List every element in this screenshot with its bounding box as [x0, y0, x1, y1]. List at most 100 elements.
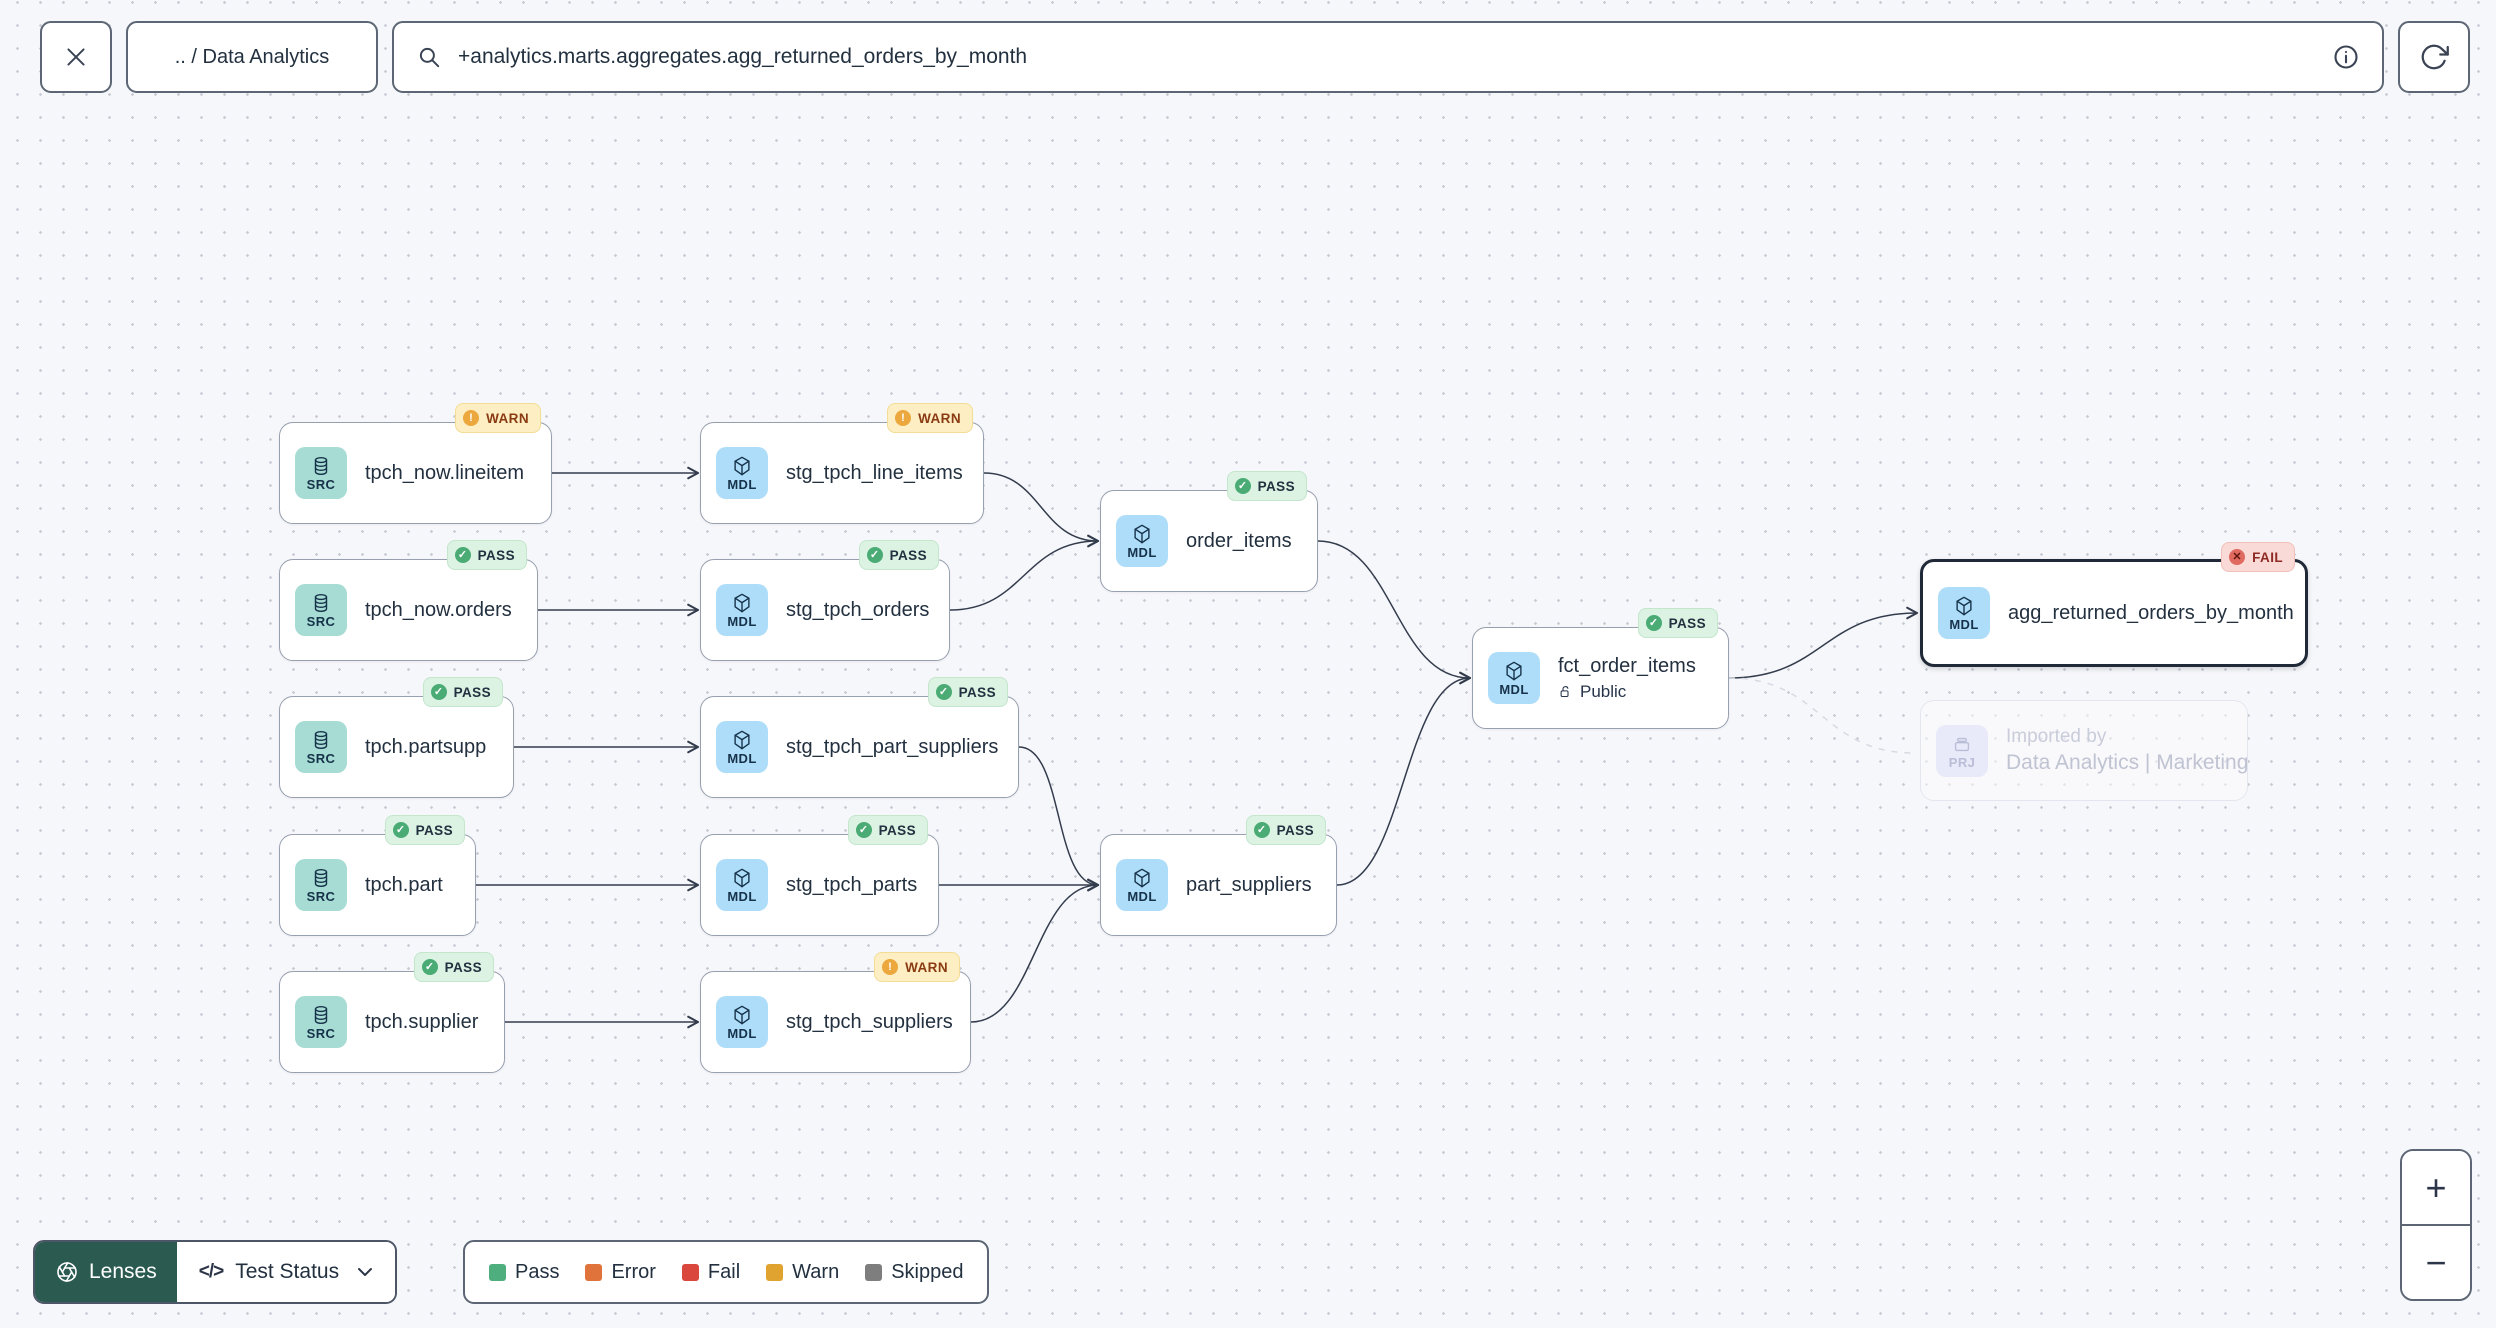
legend-swatch	[766, 1263, 784, 1281]
node-kind-chip: MDL	[716, 721, 768, 773]
graph-node-tpch_now_lineitem[interactable]: ! WARN SRC tpch_now.lineitem	[279, 403, 552, 524]
status-badge-pass: ✓ PASS	[446, 540, 527, 570]
node-label: order_items	[1186, 529, 1292, 552]
lens-selector[interactable]: </> Test Status	[176, 1242, 396, 1302]
legend-label: Skipped	[891, 1260, 964, 1283]
node-kind-label: MDL	[1127, 545, 1157, 560]
node-labels: part_suppliers	[1186, 874, 1312, 897]
lens-control: Lenses </> Test Status	[33, 1240, 398, 1304]
node-label: part_suppliers	[1186, 873, 1312, 896]
lineage-edge	[1728, 606, 1919, 679]
graph-node-tpch_now_orders[interactable]: ✓ PASS SRC tpch_now.orders	[279, 540, 538, 661]
refresh-button[interactable]	[2398, 21, 2470, 93]
graph-node-stg_tpch_parts[interactable]: ✓ PASS MDL stg_tpch_parts	[700, 815, 939, 936]
zoom-in-button[interactable]: +	[2402, 1151, 2470, 1226]
status-badge-warn: ! WARN	[887, 403, 973, 433]
legend-swatch	[681, 1263, 699, 1281]
status-icon: ✓	[855, 822, 872, 838]
graph-node-stg_tpch_part_suppliers[interactable]: ✓ PASS MDL stg_tpch_part_suppliers	[700, 677, 1019, 798]
refresh-icon	[2421, 44, 2449, 70]
node-label: tpch.part	[365, 873, 443, 896]
status-label: WARN	[918, 410, 961, 426]
status-label: PASS	[415, 822, 453, 838]
status-icon: ✓	[421, 959, 438, 975]
status-badge-warn: ! WARN	[455, 403, 541, 433]
database-icon	[310, 455, 332, 477]
close-button[interactable]	[40, 21, 112, 93]
node-label: stg_tpch_line_items	[786, 461, 963, 484]
node-kind-chip: MDL	[716, 584, 768, 636]
search-input[interactable]	[458, 45, 2332, 69]
lenses-button[interactable]: Lenses	[35, 1242, 177, 1302]
node-label: tpch_now.lineitem	[365, 461, 524, 484]
legend-item-pass: Pass	[489, 1261, 559, 1284]
node-kind-label: MDL	[727, 889, 757, 904]
status-badge-fail: ✕ FAIL	[2221, 542, 2295, 572]
lineage-search	[392, 21, 2384, 93]
status-icon: ✓	[866, 547, 883, 563]
status-icon: ✓	[1253, 822, 1270, 838]
status-label: PASS	[1276, 822, 1314, 838]
node-kind-chip: SRC	[295, 447, 347, 499]
graph-node-stg_tpch_suppliers[interactable]: ! WARN MDL stg_tpch_suppliers	[700, 952, 971, 1073]
status-badge-pass: ✓ PASS	[384, 815, 465, 845]
node-kind-chip: MDL	[716, 859, 768, 911]
node-label: Data Analytics | Marketing	[2006, 751, 2249, 774]
test-status-legend: Pass Error Fail Warn Skipped	[463, 1240, 990, 1304]
graph-node-agg_returned_orders_by_month[interactable]: ✕ FAIL MDL agg_returned_orders_by_month	[1920, 542, 2308, 667]
cube-icon	[1503, 660, 1525, 682]
status-label: PASS	[1668, 615, 1706, 631]
chevron-down-icon	[358, 1268, 373, 1276]
node-label: stg_tpch_parts	[786, 873, 918, 896]
node-kind-chip: MDL	[1116, 859, 1168, 911]
status-badge-pass: ✓ PASS	[413, 952, 494, 982]
node-label: stg_tpch_part_suppliers	[786, 735, 999, 758]
breadcrumb[interactable]: .. / Data Analytics	[126, 21, 378, 93]
cube-icon	[731, 592, 753, 614]
graph-node-tpch_supplier[interactable]: ✓ PASS SRC tpch.supplier	[279, 952, 505, 1073]
graph-node-order_items[interactable]: ✓ PASS MDL order_items	[1100, 471, 1318, 592]
lens-selector-label: Test Status	[235, 1260, 340, 1283]
status-badge-pass: ✓ PASS	[1245, 815, 1326, 845]
node-kind-label: MDL	[1949, 617, 1979, 632]
node-kind-label: MDL	[727, 614, 757, 629]
graph-node-fct_order_items[interactable]: ✓ PASS MDL fct_order_items Public	[1472, 608, 1729, 729]
node-kind-label: SRC	[306, 889, 336, 904]
zoom-out-button[interactable]: −	[2402, 1226, 2470, 1299]
node-kind-chip: MDL	[716, 447, 768, 499]
info-icon[interactable]	[2332, 43, 2360, 71]
node-labels: stg_tpch_line_items	[786, 462, 963, 485]
node-labels: order_items	[1186, 530, 1292, 553]
lenses-label: Lenses	[89, 1260, 157, 1283]
node-labels: tpch.part	[365, 874, 443, 897]
node-kind-label: MDL	[1127, 889, 1157, 904]
status-badge-pass: ✓ PASS	[422, 677, 503, 707]
status-label: PASS	[444, 959, 482, 975]
status-badge-pass: ✓ PASS	[858, 540, 939, 570]
node-label: stg_tpch_suppliers	[786, 1010, 953, 1033]
node-labels: stg_tpch_parts	[786, 874, 917, 897]
status-icon: ✓	[1645, 615, 1662, 631]
graph-node-imported_by_project: PRJ Imported by Data Analytics | Marketi…	[1920, 700, 2248, 801]
graph-node-tpch_part[interactable]: ✓ PASS SRC tpch.part	[279, 815, 476, 936]
topbar: .. / Data Analytics	[0, 0, 2496, 114]
node-labels: stg_tpch_part_suppliers	[786, 736, 998, 759]
graph-node-stg_tpch_orders[interactable]: ✓ PASS MDL stg_tpch_orders	[700, 540, 950, 661]
graph-node-tpch_partsupp[interactable]: ✓ PASS SRC tpch.partsupp	[279, 677, 514, 798]
lock-open-icon	[1560, 686, 1569, 698]
graph-node-part_suppliers[interactable]: ✓ PASS MDL part_suppliers	[1100, 815, 1337, 936]
lineage-edge	[970, 878, 1100, 1023]
legend-label: Warn	[792, 1260, 840, 1283]
node-kind-chip: PRJ	[1936, 724, 1988, 777]
node-label: agg_returned_orders_by_month	[2008, 601, 2294, 624]
lineage-edge	[1018, 746, 1100, 892]
graph-node-stg_tpch_line_items[interactable]: ! WARN MDL stg_tpch_line_items	[700, 403, 984, 524]
node-kind-chip: MDL	[716, 996, 768, 1048]
status-label: FAIL	[2252, 549, 2283, 565]
node-labels: Imported by Data Analytics | Marketing	[2006, 726, 2249, 775]
search-icon	[419, 47, 440, 68]
legend-swatch	[585, 1263, 603, 1281]
status-icon: !	[895, 410, 912, 426]
node-labels: stg_tpch_suppliers	[786, 1011, 953, 1034]
cube-icon	[731, 455, 753, 477]
